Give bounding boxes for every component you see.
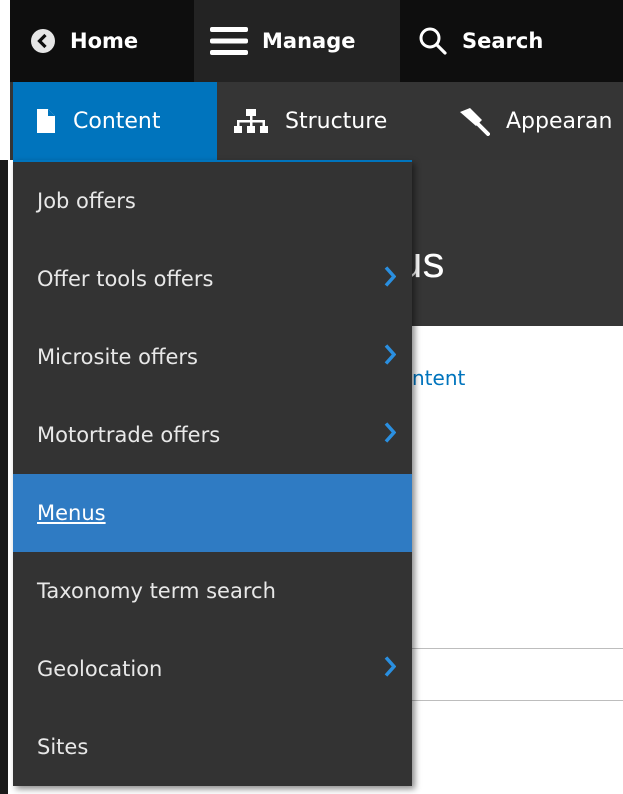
menu-item-label: Microsite offers	[37, 345, 198, 369]
divider	[412, 648, 623, 649]
tab-content-label: Content	[73, 108, 161, 134]
menu-item-label: Motortrade offers	[37, 423, 221, 447]
hamburger-icon	[210, 25, 248, 57]
file-icon	[35, 107, 57, 135]
hierarchy-icon	[233, 107, 269, 135]
tab-structure[interactable]: Structure	[217, 82, 412, 160]
menu-item-label: Geolocation	[37, 657, 163, 681]
tab-structure-label: Structure	[285, 108, 388, 134]
tab-appearance-label: Appearan	[506, 108, 613, 134]
menu-item-label: Job offers	[37, 189, 136, 213]
menu-item-label: Sites	[37, 735, 89, 759]
menu-item-motortrade-offers[interactable]: Motortrade offers	[13, 396, 412, 474]
menu-item-label: Taxonomy term search	[37, 579, 276, 603]
menu-item-job-offers[interactable]: Job offers	[13, 162, 412, 240]
chevron-left-circle-icon	[30, 28, 56, 54]
paintbrush-icon	[456, 106, 490, 136]
divider	[412, 700, 623, 701]
tab-content[interactable]: Content	[13, 82, 217, 160]
menu-item-label: Menus	[37, 501, 106, 525]
menu-item-label: Offer tools offers	[37, 267, 214, 291]
sidebar-edge	[0, 160, 8, 794]
search-icon	[418, 26, 448, 56]
content-link[interactable]: ntent	[412, 366, 465, 390]
home-button[interactable]: Home	[30, 0, 190, 82]
home-label: Home	[70, 29, 139, 53]
menu-item-taxonomy-term-search[interactable]: Taxonomy term search	[13, 552, 412, 630]
chevron-right-icon	[384, 344, 397, 371]
menu-item-microsite-offers[interactable]: Microsite offers	[13, 318, 412, 396]
menu-item-geolocation[interactable]: Geolocation	[13, 630, 412, 708]
menu-item-menus[interactable]: Menus	[13, 474, 412, 552]
menu-item-sites[interactable]: Sites	[13, 708, 412, 786]
manage-label: Manage	[262, 29, 356, 53]
content-dropdown-menu: Job offers Offer tools offers Microsite …	[13, 160, 412, 786]
tab-appearance[interactable]: Appearan	[446, 82, 623, 160]
search-button[interactable]: Search	[400, 0, 623, 82]
chevron-right-icon	[384, 266, 397, 293]
chevron-right-icon	[384, 656, 397, 683]
chevron-right-icon	[384, 422, 397, 449]
menu-item-offer-tools-offers[interactable]: Offer tools offers	[13, 240, 412, 318]
search-label: Search	[462, 29, 544, 53]
manage-button[interactable]: Manage	[194, 0, 400, 82]
